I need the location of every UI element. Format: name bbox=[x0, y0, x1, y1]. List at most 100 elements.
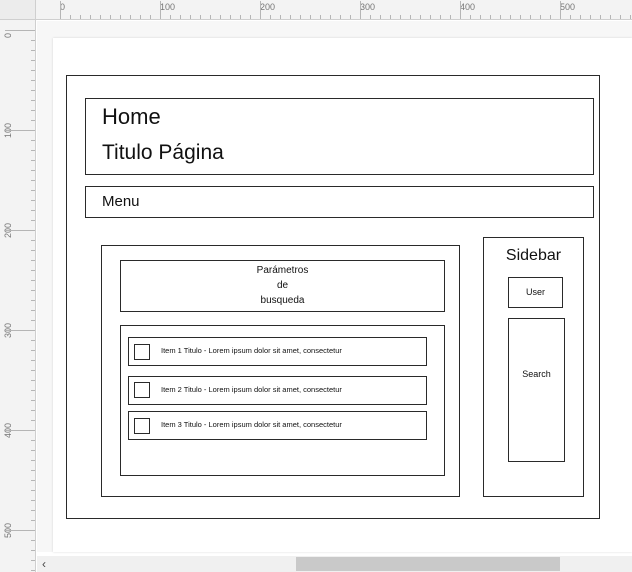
ruler-tick bbox=[31, 290, 35, 291]
ruler-tick bbox=[420, 15, 421, 19]
ruler-tick bbox=[180, 15, 181, 19]
item-checkbox[interactable] bbox=[134, 418, 150, 434]
ruler-tick bbox=[31, 140, 35, 141]
search-params-line-3: busqueda bbox=[260, 295, 305, 306]
menu-label: Menu bbox=[102, 193, 140, 210]
ruler-tick bbox=[320, 15, 321, 19]
ruler-tick bbox=[5, 330, 35, 331]
ruler-tick bbox=[600, 15, 601, 19]
ruler-tick bbox=[170, 15, 171, 19]
ruler-tick bbox=[31, 250, 35, 251]
item-label: Item 3 Titulo - Lorem ipsum dolor sit am… bbox=[161, 420, 342, 429]
ruler-tick bbox=[520, 15, 521, 19]
ruler-tick bbox=[80, 15, 81, 19]
ruler-tick bbox=[31, 390, 35, 391]
ruler-tick bbox=[260, 1, 261, 19]
ruler-tick bbox=[220, 15, 221, 19]
ruler-tick bbox=[470, 15, 471, 19]
ruler-tick bbox=[440, 15, 441, 19]
ruler-tick bbox=[31, 440, 35, 441]
ruler-tick bbox=[580, 15, 581, 19]
ruler-tick bbox=[300, 15, 301, 19]
ruler-tick bbox=[31, 570, 35, 571]
search-params-line-1: Parámetros bbox=[256, 265, 309, 276]
ruler-tick bbox=[31, 150, 35, 151]
ruler-tick bbox=[31, 510, 35, 511]
ruler-tick bbox=[31, 350, 35, 351]
ruler-tick bbox=[450, 15, 451, 19]
ruler-tick bbox=[31, 480, 35, 481]
ruler-tick bbox=[31, 240, 35, 241]
ruler-tick bbox=[31, 60, 35, 61]
ruler-tick bbox=[590, 15, 591, 19]
ruler-tick bbox=[500, 15, 501, 19]
ruler-tick bbox=[60, 1, 61, 19]
ruler-tick bbox=[250, 15, 251, 19]
ruler-tick bbox=[510, 15, 511, 19]
ruler-tick bbox=[31, 180, 35, 181]
ruler-tick bbox=[5, 130, 35, 131]
ruler-x-label: 100 bbox=[160, 2, 176, 12]
ruler-tick bbox=[620, 15, 621, 19]
ruler-tick bbox=[31, 80, 35, 81]
vertical-ruler: 0 100 200 300 400 500 bbox=[0, 20, 36, 572]
ruler-tick bbox=[110, 15, 111, 19]
ruler-tick bbox=[290, 15, 291, 19]
list-item[interactable]: Item 3 Titulo - Lorem ipsum dolor sit am… bbox=[128, 411, 427, 440]
ruler-tick bbox=[200, 15, 201, 19]
ruler-tick bbox=[31, 490, 35, 491]
ruler-x-label: 500 bbox=[560, 2, 576, 12]
ruler-tick bbox=[530, 15, 531, 19]
ruler-tick bbox=[31, 560, 35, 561]
ruler-tick bbox=[130, 15, 131, 19]
ruler-tick bbox=[31, 270, 35, 271]
ruler-tick bbox=[560, 1, 561, 19]
ruler-tick bbox=[340, 15, 341, 19]
ruler-tick bbox=[31, 120, 35, 121]
search-box[interactable] bbox=[508, 318, 565, 462]
user-button-label: User bbox=[525, 287, 545, 297]
list-item[interactable]: Item 1 Titulo - Lorem ipsum dolor sit am… bbox=[128, 337, 427, 366]
search-label: Search bbox=[522, 369, 551, 379]
ruler-tick bbox=[90, 15, 91, 19]
ruler-x-label: 400 bbox=[460, 2, 476, 12]
ruler-tick bbox=[140, 15, 141, 19]
ruler-tick bbox=[120, 15, 121, 19]
ruler-tick bbox=[31, 200, 35, 201]
ruler-tick bbox=[310, 15, 311, 19]
list-item[interactable]: Item 2 Titulo - Lorem ipsum dolor sit am… bbox=[128, 376, 427, 405]
ruler-tick bbox=[31, 220, 35, 221]
ruler-tick bbox=[230, 15, 231, 19]
ruler-tick bbox=[430, 15, 431, 19]
ruler-tick bbox=[31, 500, 35, 501]
ruler-tick bbox=[160, 1, 161, 19]
ruler-tick bbox=[31, 190, 35, 191]
ruler-x-label: 300 bbox=[360, 2, 376, 12]
menu-bar[interactable] bbox=[85, 186, 594, 218]
ruler-tick bbox=[5, 230, 35, 231]
ruler-tick bbox=[630, 15, 631, 19]
ruler-tick bbox=[480, 15, 481, 19]
item-checkbox[interactable] bbox=[134, 382, 150, 398]
ruler-tick bbox=[350, 15, 351, 19]
ruler-tick bbox=[31, 100, 35, 101]
ruler-tick bbox=[31, 260, 35, 261]
ruler-tick bbox=[31, 110, 35, 111]
scroll-left-icon[interactable]: ‹ bbox=[38, 556, 50, 572]
ruler-tick bbox=[31, 310, 35, 311]
ruler-tick bbox=[31, 370, 35, 371]
ruler-tick bbox=[31, 40, 35, 41]
scrollbar-thumb[interactable] bbox=[296, 557, 560, 571]
ruler-tick bbox=[5, 430, 35, 431]
ruler-tick bbox=[100, 15, 101, 19]
ruler-tick bbox=[570, 15, 571, 19]
ruler-tick bbox=[31, 170, 35, 171]
ruler-tick bbox=[31, 520, 35, 521]
ruler-tick bbox=[460, 1, 461, 19]
ruler-tick bbox=[31, 360, 35, 361]
ruler-tick bbox=[31, 90, 35, 91]
ruler-tick bbox=[31, 300, 35, 301]
ruler-tick bbox=[280, 15, 281, 19]
item-checkbox[interactable] bbox=[134, 344, 150, 360]
item-label: Item 2 Titulo - Lorem ipsum dolor sit am… bbox=[161, 385, 342, 394]
